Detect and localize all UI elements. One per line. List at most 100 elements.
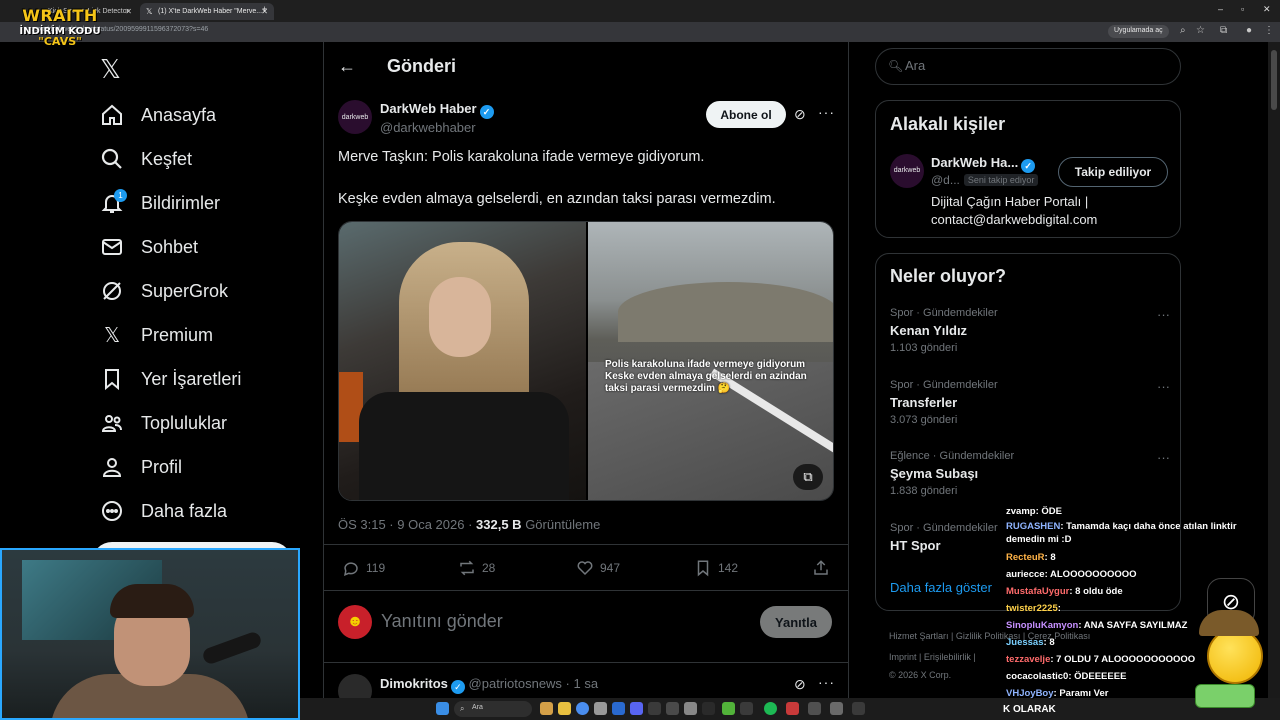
tab-title: (1) X'te DarkWeb Haber "Merve... (158, 8, 263, 15)
grok-explain-icon[interactable]: ⊘ (794, 676, 806, 693)
more-options-icon[interactable]: ··· (1157, 379, 1170, 394)
home-icon (100, 103, 124, 127)
taskbar-app-icon[interactable] (786, 702, 799, 715)
taskbar-app-icon[interactable] (702, 702, 715, 715)
search-box[interactable]: 🔍︎ (875, 48, 1181, 85)
chat-username: MustafaUygur (1006, 586, 1070, 597)
taskbar-app-icon[interactable] (740, 702, 753, 715)
chat-text: : ALOOOOOOOOOO (1044, 569, 1137, 580)
following-button[interactable]: Takip ediliyor (1058, 157, 1168, 187)
chat-username: tezzavelje (1006, 654, 1051, 665)
taskbar-search[interactable]: ⌕ Ara (454, 701, 532, 717)
search-icon: ⌕ (460, 704, 465, 713)
follows-you-badge: Seni takip ediyor (963, 174, 1039, 186)
nav-label: Keşfet (141, 148, 193, 169)
reply-input[interactable]: Yanıtını gönder (381, 611, 503, 632)
chrome-icon[interactable] (576, 702, 589, 715)
x-logo-icon[interactable]: 𝕏 (100, 55, 121, 85)
more-options-icon[interactable]: ··· (1157, 307, 1170, 322)
author-name[interactable]: DarkWeb Haber ✓ (380, 101, 494, 119)
nav-item-notifications[interactable]: 1 Bildirimler (100, 188, 220, 218)
more-options-icon[interactable]: ··· (1157, 450, 1170, 465)
grok-explain-icon[interactable]: ⊘ (794, 106, 806, 123)
more-options-icon[interactable]: ··· (818, 674, 835, 690)
bio-email-link[interactable]: contact@darkwebdigital.com (931, 211, 1097, 229)
profile-avatar-icon[interactable]: ● (1246, 25, 1252, 36)
nav-item-communities[interactable]: Topluluklar (100, 408, 227, 438)
nav-item-messages[interactable]: Sohbet (100, 232, 198, 262)
nav-item-premium[interactable]: 𝕏 Premium (100, 320, 213, 350)
chat-text: : 7 OLDU 7 ALOOOOOOOOOOO (1050, 654, 1196, 665)
discord-icon[interactable] (630, 702, 643, 715)
repost-icon (460, 560, 474, 576)
share-icon (814, 560, 828, 575)
more-circle-icon (100, 499, 124, 523)
nav-item-more[interactable]: Daha fazla (100, 496, 227, 526)
back-arrow-icon[interactable]: ← (338, 56, 356, 77)
maximize-icon[interactable]: ▫ (1241, 4, 1244, 14)
browser-tab-active[interactable]: 𝕏 (1) X'te DarkWeb Haber "Merve... ✕ (140, 3, 274, 20)
start-icon[interactable] (436, 702, 449, 715)
nav-item-explore[interactable]: Keşfet (100, 144, 192, 174)
tweet-media[interactable]: Polis karakoluna ifade vermeye gidiyorum… (338, 221, 834, 501)
logo-line1: WRAITH (22, 6, 98, 25)
reply-button[interactable]: Yanıtla (760, 606, 832, 638)
more-options-icon[interactable]: ··· (818, 104, 835, 120)
repost-action[interactable]: 28 (458, 559, 495, 577)
star-icon[interactable]: ☆ (1196, 25, 1205, 36)
extensions-icon[interactable]: ⧉ (1220, 25, 1227, 36)
zoom-icon[interactable]: ⌕ (1180, 25, 1186, 36)
webcam-microphone (201, 630, 263, 666)
reply-author[interactable]: Dimokritos ✓ @patriotosnews · 1 sa (380, 676, 598, 694)
share-action[interactable] (812, 559, 836, 577)
tweet-time[interactable]: ÖS 3:15 · 9 Oca 2026 · (338, 517, 476, 532)
new-tab-icon[interactable]: + (262, 4, 267, 14)
nav-item-supergrok[interactable]: SuperGrok (100, 276, 228, 306)
taskbar-app-icon[interactable] (612, 702, 625, 715)
related-name[interactable]: DarkWeb Ha... ✓ (931, 155, 1036, 173)
like-action[interactable]: 947 (576, 559, 620, 577)
subscribe-button[interactable]: Abone ol (706, 101, 786, 128)
taskbar-app-icon[interactable] (540, 702, 553, 715)
file-explorer-icon[interactable] (558, 702, 571, 715)
photo-selfie[interactable] (339, 222, 586, 500)
search-input[interactable] (905, 58, 1165, 73)
taskbar-app-icon[interactable] (648, 702, 661, 715)
reply-action[interactable]: 119 (342, 559, 385, 577)
media-grok-icon[interactable]: ⧉ (793, 464, 823, 490)
chat-message: auriecce: ALOOOOOOOOOO (1006, 566, 1278, 583)
bookmark-action[interactable]: 142 (694, 559, 738, 577)
chat-text: : 8 (1043, 637, 1055, 648)
photo-road[interactable]: Polis karakoluna ifade vermeye gidiyorum… (588, 222, 833, 500)
taskbar-app-icon[interactable] (666, 702, 679, 715)
footer-links[interactable]: Imprint | Erişilebilirlik | (889, 652, 976, 662)
spotify-icon[interactable] (764, 702, 777, 715)
chat-text: : Paramı Ver (1053, 688, 1109, 699)
stream-sponsor-logo: WRAITH İNDİRİM KODU "CAVS" (14, 6, 106, 56)
whatsapp-icon[interactable] (722, 702, 735, 715)
taskbar-app-icon[interactable] (808, 702, 821, 715)
nav-item-home[interactable]: Anasayfa (100, 100, 216, 130)
close-tab-icon[interactable]: ✕ (125, 7, 132, 16)
author-handle[interactable]: @darkwebhaber (380, 120, 476, 135)
minimize-icon[interactable]: – (1218, 4, 1223, 14)
taskbar-app-icon[interactable] (830, 702, 843, 715)
trend-item[interactable]: Spor · Gündemdekiler Kenan Yıldız 1.103 … (890, 307, 1170, 354)
author-avatar[interactable]: darkweb (338, 100, 372, 134)
trend-item[interactable]: Spor · Gündemdekiler Transferler 3.073 g… (890, 379, 1170, 426)
related-avatar[interactable]: darkweb (890, 154, 924, 188)
open-in-app-button[interactable]: Uygulamada aç (1108, 25, 1169, 38)
panel-title: Alakalı kişiler (890, 114, 1006, 134)
trend-item[interactable]: Eğlence · Gündemdekiler Şeyma Subaşı 1.8… (890, 450, 1170, 497)
taskbar-app-icon[interactable] (852, 702, 865, 715)
nav-item-profile[interactable]: Profil (100, 452, 182, 482)
browser-menu-icon[interactable]: ⋮ (1264, 25, 1274, 36)
related-name-text: DarkWeb Ha... (931, 155, 1019, 170)
nav-item-bookmarks[interactable]: Yer İşaretleri (100, 364, 241, 394)
show-more-link[interactable]: Daha fazla göster (890, 580, 992, 595)
user-avatar[interactable]: ☻ (338, 605, 372, 639)
taskbar-app-icon[interactable] (684, 702, 697, 715)
close-window-icon[interactable]: ✕ (1263, 4, 1271, 15)
scrollbar-thumb[interactable] (1271, 50, 1277, 110)
taskbar-app-icon[interactable] (594, 702, 607, 715)
